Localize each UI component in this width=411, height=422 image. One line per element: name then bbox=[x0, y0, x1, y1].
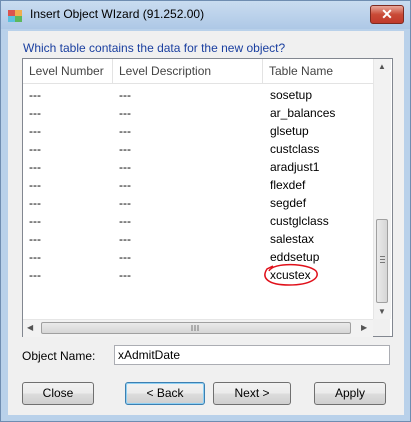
grip-icon bbox=[191, 325, 199, 331]
window-title: Insert Object WIzard (91.252.00) bbox=[30, 7, 205, 21]
insert-object-wizard-window: Insert Object WIzard (91.252.00) ✕ Which… bbox=[0, 0, 411, 422]
next-button[interactable]: Next > bbox=[213, 382, 291, 405]
back-button[interactable]: < Back bbox=[125, 382, 205, 405]
close-icon: ✕ bbox=[381, 6, 393, 22]
grip-line bbox=[380, 259, 385, 260]
apply-button[interactable]: Apply bbox=[314, 382, 386, 405]
scroll-up-icon[interactable]: ▲ bbox=[378, 62, 386, 71]
annotation-circle bbox=[264, 263, 318, 286]
scrollbar-corner bbox=[373, 319, 390, 336]
table-list-view[interactable]: Level Number Level Description Table Nam… bbox=[22, 58, 393, 337]
grip-line bbox=[380, 262, 385, 263]
scroll-left-icon[interactable]: ◀ bbox=[27, 323, 33, 332]
window-close-button[interactable]: ✕ bbox=[370, 5, 404, 24]
horizontal-scrollbar[interactable]: ◀ ▶ bbox=[23, 319, 373, 337]
grip-line bbox=[380, 256, 385, 257]
hand-drawn-circle-annotation bbox=[264, 263, 318, 286]
horizontal-scroll-thumb[interactable] bbox=[41, 322, 351, 334]
wizard-prompt: Which table contains the data for the ne… bbox=[23, 41, 286, 55]
scroll-down-icon[interactable]: ▼ bbox=[378, 307, 386, 316]
scroll-right-icon[interactable]: ▶ bbox=[361, 323, 367, 332]
object-name-input[interactable]: xAdmitDate bbox=[114, 345, 390, 365]
vertical-scrollbar[interactable]: ▲ ▼ bbox=[373, 59, 391, 319]
vertical-scroll-thumb[interactable] bbox=[376, 219, 388, 303]
title-bar[interactable]: Insert Object WIzard (91.252.00) ✕ bbox=[1, 1, 410, 29]
close-button[interactable]: Close bbox=[22, 382, 94, 405]
wizard-body: Which table contains the data for the ne… bbox=[8, 31, 404, 415]
app-icon bbox=[8, 10, 22, 22]
object-name-label: Object Name: bbox=[22, 349, 96, 363]
